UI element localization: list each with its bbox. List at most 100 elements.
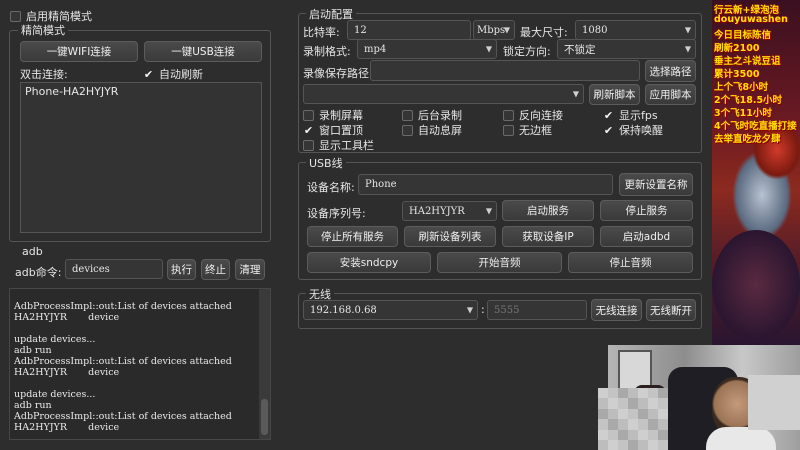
bitrate-input[interactable]: 12 bbox=[347, 20, 471, 40]
update-name-button[interactable]: 更新设置名称 bbox=[619, 173, 693, 196]
chevron-down-icon: ▼ bbox=[684, 44, 691, 54]
bitrate-unit-select[interactable]: Mbps ▼ bbox=[473, 20, 515, 40]
lock-orientation-select[interactable]: 不锁定 ▼ bbox=[557, 39, 696, 59]
execute-button[interactable]: 执行 bbox=[167, 259, 196, 280]
reverse-connect-checkbox[interactable]: 反向连接 bbox=[503, 107, 563, 123]
mosaic-cell bbox=[658, 429, 668, 440]
wireless-connect-button[interactable]: 无线连接 bbox=[591, 299, 642, 321]
adb-cmd-input[interactable]: devices bbox=[65, 259, 163, 279]
chevron-down-icon: ▼ bbox=[485, 44, 492, 54]
check-icon: ✔ bbox=[603, 123, 614, 137]
auto-refresh-checkbox[interactable]: ✔ 自动刷新 bbox=[143, 66, 203, 82]
mosaic-cell bbox=[608, 429, 618, 440]
show-toolbar-checkbox[interactable]: 显示工具栏 bbox=[303, 137, 374, 153]
mosaic-cell bbox=[638, 429, 648, 440]
mosaic-cell bbox=[618, 408, 628, 420]
banner-line: 去举直吃龙夕肆 bbox=[714, 134, 781, 145]
wifi-connect-button[interactable]: 一键WIFI连接 bbox=[20, 41, 138, 62]
banner-line: 今日目标陈信 bbox=[714, 30, 772, 41]
wireless-port-input[interactable] bbox=[487, 300, 587, 320]
refresh-script-button[interactable]: 刷新脚本 bbox=[589, 84, 640, 105]
show-fps-checkbox[interactable]: ✔ 显示fps bbox=[603, 107, 658, 123]
keep-awake-checkbox[interactable]: ✔ 保持唤醒 bbox=[603, 122, 663, 138]
usb-title: USB线 bbox=[306, 155, 346, 171]
record-path-input[interactable] bbox=[370, 60, 640, 81]
mosaic-cell bbox=[618, 419, 628, 430]
mosaic-cell bbox=[638, 439, 648, 450]
clear-button[interactable]: 清理 bbox=[235, 259, 265, 280]
max-size-value: 1080 bbox=[582, 24, 608, 36]
refresh-device-list-button[interactable]: 刷新设备列表 bbox=[404, 226, 496, 247]
usb-connect-button[interactable]: 一键USB连接 bbox=[144, 41, 262, 62]
window-on-top-checkbox[interactable]: ✔ 窗口置顶 bbox=[303, 122, 363, 138]
install-sndcpy-button[interactable]: 安装sndcpy bbox=[307, 252, 431, 273]
console-line: update devices... bbox=[14, 389, 96, 400]
stream-overlay-banner: 行云新+绿泡泡 douyuwashen 今日目标陈信 刷新2100 垂主之斗说豆… bbox=[712, 0, 800, 345]
mosaic-cell bbox=[618, 398, 628, 409]
frameless-checkbox[interactable]: 无边框 bbox=[503, 122, 552, 138]
stop-audio-button[interactable]: 停止音频 bbox=[568, 252, 693, 273]
max-size-select[interactable]: 1080 ▼ bbox=[575, 20, 696, 40]
mosaic-cell bbox=[658, 439, 668, 450]
port-separator: : bbox=[481, 303, 485, 316]
bitrate-value: 12 bbox=[354, 24, 367, 36]
console-scrollbar[interactable] bbox=[259, 289, 270, 439]
check-icon: ✔ bbox=[303, 123, 314, 137]
mosaic-cell bbox=[648, 388, 658, 399]
mosaic-cell bbox=[618, 388, 628, 399]
choose-path-button[interactable]: 选择路径 bbox=[645, 60, 696, 82]
chevron-down-icon: ▼ bbox=[466, 305, 473, 315]
console-line: AdbProcessImpl::out:List of devices atta… bbox=[14, 356, 232, 367]
start-adbd-button[interactable]: 启动adbd bbox=[600, 226, 693, 247]
mosaic-cell bbox=[608, 398, 618, 409]
mosaic-cell bbox=[628, 398, 638, 409]
mosaic-cell bbox=[648, 439, 658, 450]
reverse-connect-label: 反向连接 bbox=[519, 109, 563, 122]
start-audio-button[interactable]: 开始音频 bbox=[437, 252, 562, 273]
mosaic-cell bbox=[648, 398, 658, 409]
get-device-ip-button[interactable]: 获取设备IP bbox=[502, 226, 594, 247]
console-scroll-thumb[interactable] bbox=[261, 399, 268, 435]
banner-line: 刷新2100 bbox=[714, 43, 760, 54]
script-select[interactable]: ▼ bbox=[303, 84, 584, 104]
banner-line: 4个飞时吃直播打接 bbox=[714, 121, 797, 132]
mosaic-cell bbox=[648, 429, 658, 440]
double-click-label: 双击连接: bbox=[20, 68, 68, 81]
console-line: AdbProcessImpl::out:List of devices atta… bbox=[14, 411, 232, 422]
device-list-item[interactable]: Phone-HA2HYJYR bbox=[25, 85, 118, 98]
record-format-select[interactable]: mp4 ▼ bbox=[357, 39, 497, 59]
mosaic-cell bbox=[638, 398, 648, 409]
serial-value: HA2HYJYR bbox=[409, 205, 465, 217]
console-line: HA2HYJYR device bbox=[14, 312, 120, 323]
mosaic-cell bbox=[608, 388, 618, 399]
mosaic-cell bbox=[628, 388, 638, 399]
bitrate-label: 比特率: bbox=[303, 26, 340, 39]
mosaic-cell bbox=[638, 419, 648, 430]
stop-service-button[interactable]: 停止服务 bbox=[600, 200, 693, 221]
mosaic-blur-patch bbox=[598, 388, 668, 450]
background-record-checkbox[interactable]: 后台录制 bbox=[402, 107, 462, 123]
mosaic-cell bbox=[618, 429, 628, 440]
stop-all-services-button[interactable]: 停止所有服务 bbox=[307, 226, 398, 247]
adb-console[interactable]: AdbProcessImpl::out:List of devices atta… bbox=[9, 288, 271, 440]
auto-refresh-label: 自动刷新 bbox=[159, 68, 203, 81]
checkbox-box bbox=[503, 124, 514, 136]
start-service-button[interactable]: 启动服务 bbox=[502, 200, 594, 221]
wireless-ip-select[interactable]: 192.168.0.68 ▼ bbox=[303, 300, 478, 320]
checkbox-box bbox=[402, 109, 413, 121]
mosaic-cell bbox=[598, 408, 608, 420]
webcam-door bbox=[748, 375, 800, 430]
wireless-disconnect-button[interactable]: 无线断开 bbox=[646, 299, 696, 321]
serial-label: 设备序列号: bbox=[307, 207, 366, 220]
record-screen-checkbox[interactable]: 录制屏幕 bbox=[303, 107, 363, 123]
apply-script-button[interactable]: 应用脚本 bbox=[645, 84, 696, 105]
mosaic-cell bbox=[658, 419, 668, 430]
device-name-input[interactable]: Phone bbox=[358, 174, 613, 195]
device-list[interactable]: Phone-HA2HYJYR bbox=[20, 82, 262, 233]
mosaic-cell bbox=[598, 419, 608, 430]
serial-select[interactable]: HA2HYJYR ▼ bbox=[402, 201, 497, 221]
auto-screen-off-checkbox[interactable]: 自动息屏 bbox=[402, 122, 462, 138]
stop-button[interactable]: 终止 bbox=[201, 259, 230, 280]
